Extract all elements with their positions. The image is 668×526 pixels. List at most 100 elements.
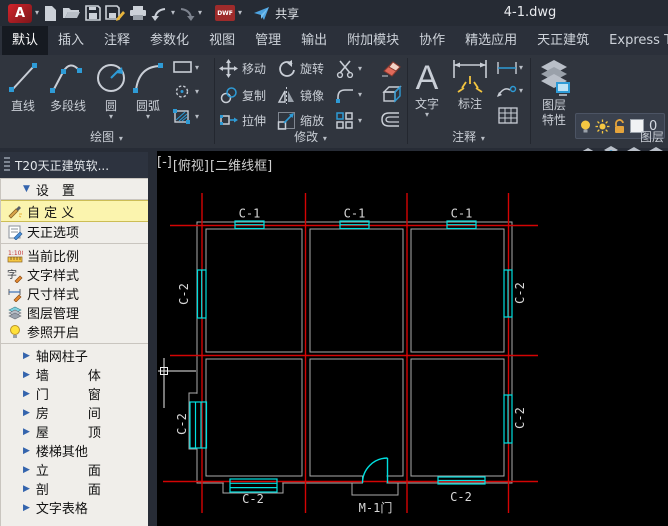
linear-dimension-caret-icon[interactable]: ▾ [519, 64, 523, 72]
ellipse-tool[interactable]: ▾ [172, 84, 200, 99]
sidebar-item-dimension-style[interactable]: 尺寸样式 [1, 284, 148, 303]
sidebar-group-stairs-other[interactable]: ▶ 楼梯其他 [1, 441, 148, 460]
dwf-markup-icon[interactable]: DWF [215, 5, 235, 21]
trim-caret-icon[interactable]: ▾ [358, 65, 362, 73]
tab-insert[interactable]: 插入 [48, 26, 94, 55]
fillet-caret-icon[interactable]: ▾ [358, 91, 362, 99]
rectangle-caret-icon[interactable]: ▾ [195, 64, 199, 72]
rotate-icon [277, 59, 296, 78]
label-window-c1: C-1 [344, 207, 366, 221]
tab-output[interactable]: 输出 [291, 26, 337, 55]
draw-panel-label[interactable]: 绘图 ▾ [0, 128, 214, 145]
svg-text:字: 字 [7, 268, 17, 281]
tab-view[interactable]: 视图 [199, 26, 245, 55]
sidebar-item-reference-on[interactable]: 参照开启 [1, 322, 148, 341]
rotate-tool[interactable]: 旋转 [277, 59, 324, 78]
move-tool[interactable]: 移动 [219, 59, 266, 78]
label-window-c2: C-2 [242, 492, 264, 506]
dwf-caret-icon[interactable]: ▾ [238, 9, 242, 17]
sidebar-divider [1, 343, 148, 344]
array-caret-icon[interactable]: ▾ [358, 117, 362, 125]
open-folder-icon[interactable] [62, 2, 81, 24]
copy-tool[interactable]: 复制 [219, 86, 266, 105]
layer-panel-label[interactable]: 图层 [600, 128, 664, 145]
rectangle-tool[interactable]: ▾ [172, 60, 200, 75]
sidebar-group-text-table[interactable]: ▶ 文字表格 [1, 498, 148, 517]
trim-scissors-icon [335, 59, 357, 78]
arc-icon [130, 58, 166, 98]
tab-home[interactable]: 默认 [2, 26, 48, 55]
share-label[interactable]: 共享 [275, 5, 299, 22]
annotate-panel-label[interactable]: 注释 ▾ [408, 128, 530, 145]
layer-properties-button[interactable]: 图层 特性 [534, 57, 574, 127]
save-as-icon[interactable] [105, 2, 125, 24]
hatch-caret-icon[interactable]: ▾ [195, 113, 199, 121]
circle-caret-icon[interactable]: ▾ [109, 113, 113, 121]
share-icon[interactable] [253, 2, 270, 24]
current-scale-icon: 1:100 [7, 248, 23, 264]
axis-grid-lines [163, 193, 538, 513]
save-icon[interactable] [85, 2, 101, 24]
tab-manage[interactable]: 管理 [245, 26, 291, 55]
layer-on-bulb-icon [579, 119, 592, 134]
leader-tool[interactable]: ▾ [496, 84, 524, 98]
sidebar-group-axis-column[interactable]: ▶ 轴网柱子 [1, 346, 148, 365]
layer-management-icon [7, 305, 23, 321]
erase-tool[interactable] [380, 59, 402, 78]
modify-panel-label[interactable]: 修改 ▾ [215, 128, 407, 145]
offset-tool[interactable] [380, 111, 402, 128]
sidebar-item-current-scale[interactable]: 1:100 当前比例 [1, 246, 148, 265]
sidebar-item-layer-management[interactable]: 图层管理 [1, 303, 148, 322]
trim-tool[interactable]: ▾ [335, 59, 363, 78]
sidebar-group-door-window[interactable]: ▶ 门 窗 [1, 384, 148, 403]
sidebar-group-elevation[interactable]: ▶ 立 面 [1, 460, 148, 479]
window-c2-right-upper [504, 270, 512, 317]
tab-tianzheng[interactable]: 天正建筑 [527, 26, 599, 55]
app-logo-icon[interactable]: A [8, 4, 32, 23]
sidebar-section-settings[interactable]: ▼ 设 置 [1, 178, 148, 200]
text-tool[interactable]: A 文字 ▾ [410, 56, 444, 119]
sidebar-group-section[interactable]: ▶ 剖 面 [1, 479, 148, 498]
tab-annotate[interactable]: 注释 [94, 26, 140, 55]
undo-caret-icon[interactable]: ▾ [171, 9, 175, 17]
erase-icon [380, 59, 402, 78]
polyline-icon [46, 58, 90, 98]
ellipse-caret-icon[interactable]: ▾ [195, 88, 199, 96]
sidebar-item-tianzheng-options[interactable]: 天正选项 [1, 222, 148, 241]
tab-parametric[interactable]: 参数化 [140, 26, 199, 55]
plot-icon[interactable] [129, 2, 147, 24]
hatch-tool[interactable]: ▾ [172, 108, 200, 125]
dimension-tool[interactable]: 标注 [448, 56, 492, 111]
sidebar-group-roof[interactable]: ▶ 屋 顶 [1, 422, 148, 441]
explode-tool[interactable] [380, 84, 402, 105]
sidebar-item-text-style[interactable]: 字 文字样式 [1, 265, 148, 284]
sidebar-header[interactable]: T20天正建筑软... [0, 152, 148, 178]
circle-tool[interactable]: 圆 ▾ [95, 58, 127, 121]
table-tool[interactable] [498, 107, 518, 124]
fillet-tool[interactable]: ▾ [335, 86, 363, 103]
tab-collaborate[interactable]: 协作 [409, 26, 455, 55]
linear-dimension-tool[interactable]: ▾ [496, 61, 524, 75]
drawing-canvas[interactable]: [-] [俯视] [二维线框] [157, 151, 668, 526]
annotate-panel-caret-icon: ▾ [481, 134, 485, 143]
sidebar-grip-icon[interactable] [4, 157, 10, 173]
tab-addins[interactable]: 附加模块 [337, 26, 409, 55]
arc-caret-icon[interactable]: ▾ [146, 113, 150, 121]
polyline-tool[interactable]: 多段线 [44, 58, 92, 113]
undo-icon[interactable] [151, 2, 168, 24]
arc-tool[interactable]: 圆弧 ▾ [130, 58, 166, 121]
line-tool[interactable]: 直线 [4, 58, 42, 113]
tab-express-tools[interactable]: Express Tools [599, 26, 668, 55]
redo-icon[interactable] [178, 2, 195, 24]
sidebar-group-wall[interactable]: ▶ 墙 体 [1, 365, 148, 384]
mirror-tool[interactable]: 镜像 [277, 86, 324, 105]
app-menu-caret-icon[interactable]: ▾ [35, 9, 39, 17]
sidebar-item-customize[interactable]: 自 定 义 [1, 200, 148, 222]
leader-caret-icon[interactable]: ▾ [519, 87, 523, 95]
tab-featured-apps[interactable]: 精选应用 [455, 26, 527, 55]
text-caret-icon[interactable]: ▾ [425, 111, 429, 119]
label-window-c2: C-2 [175, 413, 189, 435]
redo-caret-icon[interactable]: ▾ [198, 9, 202, 17]
new-file-icon[interactable] [42, 2, 58, 24]
sidebar-group-room[interactable]: ▶ 房 间 [1, 403, 148, 422]
